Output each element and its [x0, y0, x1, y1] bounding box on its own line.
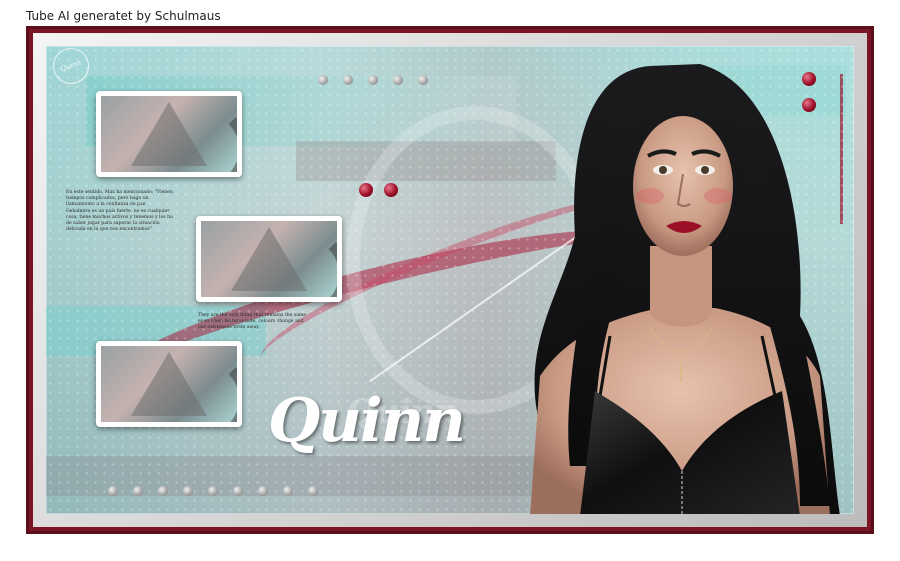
neck — [650, 246, 712, 327]
pearl-decoration — [318, 75, 328, 85]
pearl-decoration — [158, 486, 168, 496]
red-bead-decoration — [384, 183, 398, 197]
picture-frame: Quinn En este sentido, Max ha mencionado… — [26, 26, 874, 534]
artwork-canvas: Quinn En este sentido, Max ha mencionado… — [46, 46, 854, 514]
thumbnail-image — [96, 91, 242, 177]
pearl-decoration — [393, 75, 403, 85]
pearl-decoration — [368, 75, 378, 85]
pearl-decoration — [108, 486, 118, 496]
pearl-decoration — [258, 486, 268, 496]
pearl-decoration — [283, 486, 293, 496]
pearl-decoration — [133, 486, 143, 496]
pearl-decoration — [308, 486, 318, 496]
pearl-decoration — [343, 75, 353, 85]
spanish-text-block: En este sentido, Max ha mencionado: "Vie… — [66, 190, 173, 233]
image-caption: Tube AI generatet by Schulmaus — [26, 9, 221, 23]
thumbnail-image — [196, 216, 342, 302]
pearl-decoration — [418, 75, 428, 85]
pearl-decoration — [183, 486, 193, 496]
red-bead-decoration — [359, 183, 373, 197]
portrait-photo — [530, 64, 840, 514]
title-text: Quinn — [268, 386, 466, 456]
inner-frame: Quinn En este sentido, Max ha mencionado… — [33, 33, 867, 527]
thumbnail-image — [96, 341, 242, 427]
signature-seal-icon: Quinn — [53, 48, 89, 84]
seal-text: Quinn — [59, 58, 83, 74]
pearl-decoration — [233, 486, 243, 496]
pearl-decoration — [208, 486, 218, 496]
face — [633, 116, 733, 256]
english-text-block: They are the only thing that remains the… — [198, 313, 307, 331]
